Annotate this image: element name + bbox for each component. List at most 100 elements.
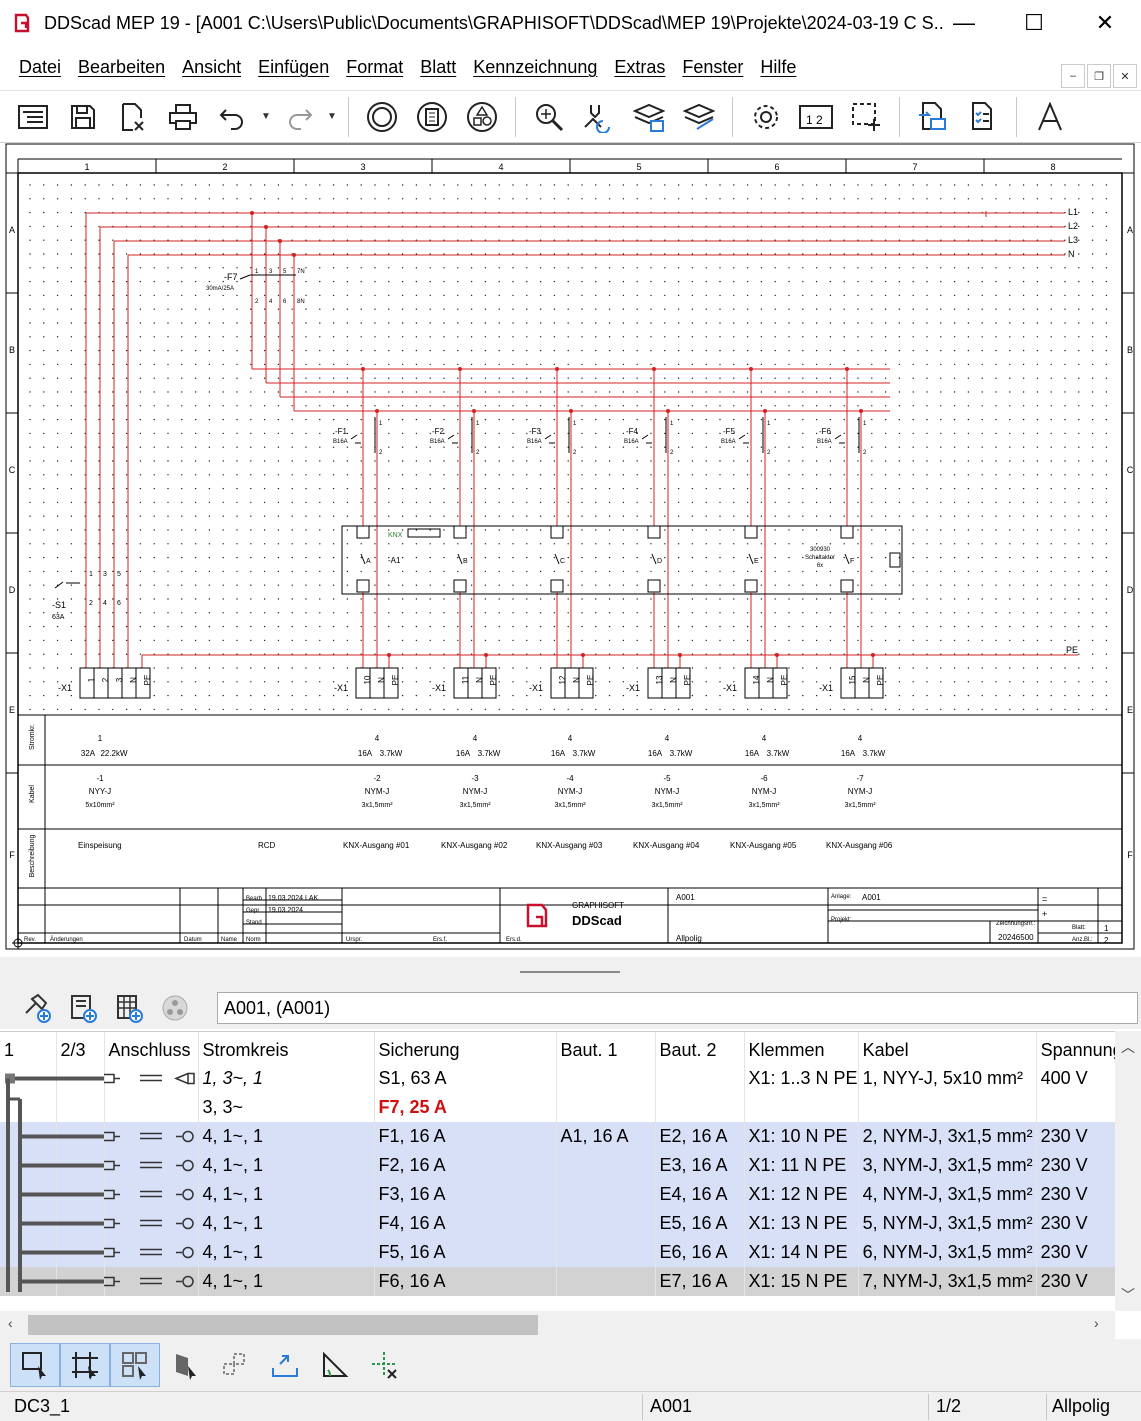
stromkreis-cell[interactable]: 4, 1~, 1 xyxy=(198,1180,375,1209)
select-transfer-icon[interactable] xyxy=(574,93,624,141)
baut1-cell[interactable] xyxy=(556,1093,656,1122)
panel-path-field[interactable]: A001, (A001) xyxy=(217,992,1138,1024)
menu-format[interactable]: Format xyxy=(337,57,411,78)
baut1-cell[interactable]: A1, 16 A xyxy=(556,1122,656,1151)
settings-icon[interactable] xyxy=(741,93,791,141)
redo-dropdown-icon[interactable]: ▼ xyxy=(324,111,340,122)
sicherung-cell[interactable]: F1, 16 A xyxy=(374,1122,557,1151)
scroll-right-icon[interactable]: › xyxy=(1094,1315,1099,1331)
stromkreis-cell[interactable]: 4, 1~, 1 xyxy=(198,1238,375,1267)
connection-cell[interactable] xyxy=(104,1180,199,1209)
col-header-kabel[interactable]: Kabel xyxy=(858,1032,1037,1064)
menu-blatt[interactable]: Blatt xyxy=(411,57,464,78)
print-icon[interactable] xyxy=(158,93,208,141)
add-panel-icon[interactable] xyxy=(60,990,106,1026)
baut2-cell[interactable]: E6, 16 A xyxy=(655,1238,745,1267)
sicherung-cell[interactable]: F4, 16 A xyxy=(374,1209,557,1238)
circuit-row[interactable]: 4, 1~, 1 F2, 16 A E3, 16 A X1: 11 N PE 3, NY… xyxy=(0,1151,1138,1180)
kabel-cell[interactable]: 5, NYM-J, 3x1,5 mm² xyxy=(858,1209,1037,1238)
menu-kennzeichnung[interactable]: Kennzeichnung xyxy=(464,57,605,78)
save-icon[interactable] xyxy=(58,93,108,141)
stromkreis-cell[interactable]: 4, 1~, 1 xyxy=(198,1267,375,1296)
sicherung-cell[interactable]: F6, 16 A xyxy=(374,1267,557,1296)
component-icon[interactable] xyxy=(407,93,457,141)
circuit-row[interactable]: 1, 3~, 1 S1, 63 A X1: 1..3 N PE 1, NYY-J, 5… xyxy=(0,1064,1138,1093)
stromkreis-cell[interactable]: 3, 3~ xyxy=(198,1093,375,1122)
add-connection-icon[interactable] xyxy=(14,990,60,1026)
baut2-cell[interactable]: E3, 16 A xyxy=(655,1151,745,1180)
add-list-icon[interactable] xyxy=(106,990,152,1026)
stromkreis-cell[interactable]: 4, 1~, 1 xyxy=(198,1151,375,1180)
baut2-cell[interactable]: E2, 16 A xyxy=(655,1122,745,1151)
connection-cell[interactable] xyxy=(104,1093,199,1122)
circuit-row[interactable]: 4, 1~, 1 F6, 16 A E7, 16 A X1: 15 N PE 7, NY… xyxy=(0,1267,1138,1296)
col-header-klemmen[interactable]: Klemmen xyxy=(744,1032,859,1064)
baut2-cell[interactable]: E7, 16 A xyxy=(655,1267,745,1296)
tree-cell-2[interactable] xyxy=(56,1093,105,1122)
scroll-up-icon[interactable]: ︿ xyxy=(1121,1037,1135,1057)
baut2-cell[interactable] xyxy=(655,1093,745,1122)
connection-cell[interactable] xyxy=(104,1064,199,1093)
kabel-cell[interactable]: 2, NYM-J, 3x1,5 mm² xyxy=(858,1122,1037,1151)
circle-tool-icon[interactable] xyxy=(357,93,407,141)
baut2-cell[interactable]: E5, 16 A xyxy=(655,1209,745,1238)
doc-close-icon[interactable]: ✕ xyxy=(1113,64,1137,88)
connection-cell[interactable] xyxy=(104,1209,199,1238)
menu-einfuegen[interactable]: Einfügen xyxy=(249,57,337,78)
klemmen-cell[interactable]: X1: 11 N PE xyxy=(744,1151,859,1180)
doc-minimize-icon[interactable]: – xyxy=(1061,64,1085,88)
baut1-cell[interactable] xyxy=(556,1180,656,1209)
doc-restore-icon[interactable]: ❐ xyxy=(1087,64,1111,88)
connection-cell[interactable] xyxy=(104,1238,199,1267)
col-header-stromkreis[interactable]: Stromkreis xyxy=(198,1032,375,1064)
baut2-cell[interactable] xyxy=(655,1064,745,1093)
tree-cell-2[interactable] xyxy=(56,1238,105,1267)
stromkreis-cell[interactable]: 4, 1~, 1 xyxy=(198,1122,375,1151)
col-header-1[interactable]: 1 xyxy=(0,1032,57,1064)
stromkreis-cell[interactable]: 4, 1~, 1 xyxy=(198,1209,375,1238)
selection-move-icon[interactable] xyxy=(841,93,891,141)
angle-icon[interactable] xyxy=(310,1343,360,1387)
sicherung-cell[interactable]: S1, 63 A xyxy=(374,1064,557,1093)
tree-cell[interactable] xyxy=(0,1064,57,1093)
stromkreis-cell[interactable]: 1, 3~, 1 xyxy=(198,1064,375,1093)
circuit-row[interactable]: 4, 1~, 1 F1, 16 A A1, 16 A E2, 16 A X1: 10 N… xyxy=(0,1122,1138,1151)
list-check-icon[interactable] xyxy=(958,93,1008,141)
klemmen-cell[interactable] xyxy=(744,1093,859,1122)
tree-cell[interactable] xyxy=(0,1180,57,1209)
circuit-row[interactable]: 4, 1~, 1 F5, 16 A E6, 16 A X1: 14 N PE 6, NY… xyxy=(0,1238,1138,1267)
menu-ansicht[interactable]: Ansicht xyxy=(173,57,249,78)
tree-cell-2[interactable] xyxy=(56,1267,105,1296)
layers-off-icon[interactable] xyxy=(674,93,724,141)
close-document-icon[interactable] xyxy=(108,93,158,141)
tree-cell-2[interactable] xyxy=(56,1064,105,1093)
horizontal-scrollbar[interactable]: ‹ › xyxy=(0,1311,1115,1339)
kabel-cell[interactable]: 7, NYM-J, 3x1,5 mm² xyxy=(858,1267,1037,1296)
sicherung-cell[interactable]: F5, 16 A xyxy=(374,1238,557,1267)
zoom-icon[interactable] xyxy=(524,93,574,141)
klemmen-cell[interactable]: X1: 1..3 N PE xyxy=(744,1064,859,1093)
crosshair-delete-icon[interactable] xyxy=(360,1343,410,1387)
kabel-cell[interactable]: 1, NYY-J, 5x10 mm² xyxy=(858,1064,1037,1093)
kabel-cell[interactable]: 3, NYM-J, 3x1,5 mm² xyxy=(858,1151,1037,1180)
move-icon[interactable] xyxy=(210,1343,260,1387)
sicherung-cell[interactable]: F7, 25 A xyxy=(374,1093,557,1122)
dimension-icon[interactable]: 1 2 xyxy=(791,93,841,141)
baut2-cell[interactable]: E4, 16 A xyxy=(655,1180,745,1209)
tree-cell-2[interactable] xyxy=(56,1151,105,1180)
tree-cell[interactable] xyxy=(0,1122,57,1151)
panel-splitter[interactable] xyxy=(0,957,1141,987)
baut1-cell[interactable] xyxy=(556,1151,656,1180)
col-header-anschluss[interactable]: Anschluss xyxy=(104,1032,199,1064)
maximize-button[interactable]: ☐ xyxy=(999,0,1069,46)
klemmen-cell[interactable]: X1: 13 N PE xyxy=(744,1209,859,1238)
menu-bearbeiten[interactable]: Bearbeiten xyxy=(69,57,173,78)
undo-dropdown-icon[interactable]: ▼ xyxy=(258,111,274,122)
klemmen-cell[interactable]: X1: 10 N PE xyxy=(744,1122,859,1151)
klemmen-cell[interactable]: X1: 14 N PE xyxy=(744,1238,859,1267)
kabel-cell[interactable]: 4, NYM-J, 3x1,5 mm² xyxy=(858,1180,1037,1209)
text-icon[interactable] xyxy=(1025,93,1075,141)
sicherung-cell[interactable]: F3, 16 A xyxy=(374,1180,557,1209)
redo-icon[interactable] xyxy=(274,93,324,141)
col-header-2-3[interactable]: 2/3 xyxy=(56,1032,105,1064)
